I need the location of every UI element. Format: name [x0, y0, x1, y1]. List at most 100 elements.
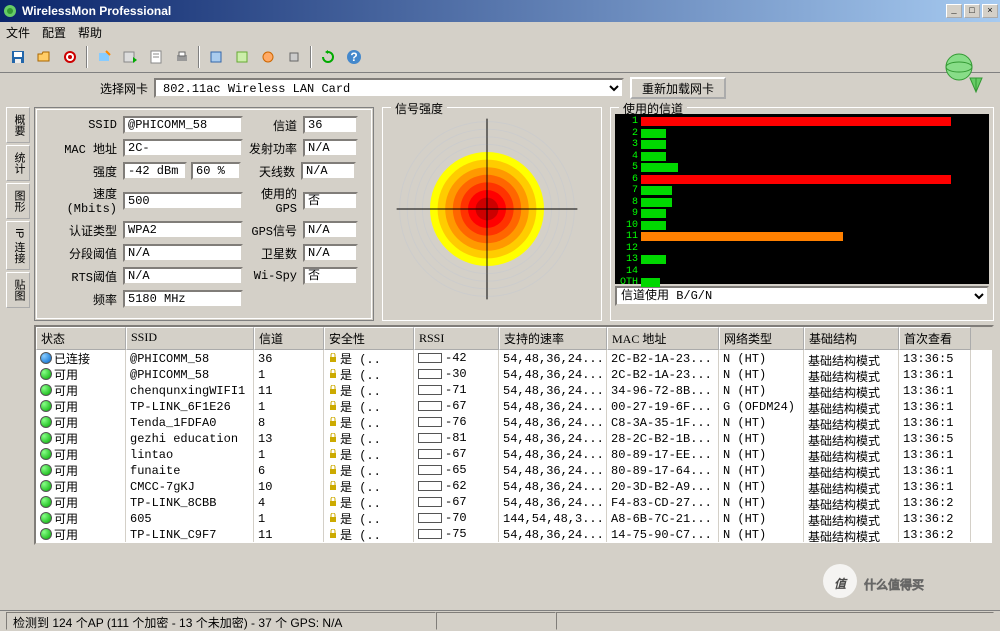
- tool1-icon[interactable]: [204, 45, 228, 69]
- strength-dbm-value: -42 dBm: [123, 162, 187, 180]
- table-row[interactable]: 可用6051是 (..-70144,54,48,3...A8-6B-7C-21.…: [36, 510, 992, 526]
- toolbar: ?: [0, 42, 1000, 73]
- table-row[interactable]: 可用funaite6是 (..-6554,48,36,24...80-89-17…: [36, 462, 992, 478]
- ssid-label: SSID: [43, 118, 123, 132]
- rts-label: RTS阈值: [43, 268, 123, 285]
- lock-icon: [328, 433, 338, 443]
- auth-label: 认证类型: [43, 222, 123, 239]
- header-status[interactable]: 状态: [36, 327, 126, 350]
- rts-value: N/A: [123, 267, 243, 285]
- status-dot-icon: [40, 480, 52, 492]
- lock-icon: [328, 417, 338, 427]
- header-security[interactable]: 安全性: [324, 327, 414, 350]
- table-row[interactable]: 可用@PHICOMM_581是 (..-3054,48,36,24...2C-B…: [36, 366, 992, 382]
- lock-icon: [328, 481, 338, 491]
- globe-network-icon: [944, 52, 986, 94]
- table-row[interactable]: 可用lintao1是 (..-6754,48,36,24...80-89-17-…: [36, 446, 992, 462]
- tab-map[interactable]: 贴图: [6, 272, 30, 308]
- auth-value: WPA2: [123, 221, 243, 239]
- help-icon[interactable]: ?: [342, 45, 366, 69]
- channel-label: 信道: [243, 117, 303, 134]
- channel-usage-chart: 1234567891011121314OTH: [615, 114, 989, 284]
- antenna-label: 天线数: [241, 163, 301, 180]
- statusbar: 检测到 124 个AP (111 个加密 - 13 个未加密) - 37 个 G…: [0, 610, 1000, 630]
- header-ssid[interactable]: SSID: [126, 327, 254, 350]
- strength-label: 强度: [43, 163, 123, 180]
- gps-signal-value: N/A: [303, 221, 358, 239]
- close-button[interactable]: ×: [982, 4, 998, 18]
- status-dot-icon: [40, 400, 52, 412]
- maximize-button[interactable]: □: [964, 4, 980, 18]
- table-row[interactable]: 可用TP-LINK_6F1E261是 (..-6754,48,36,24...0…: [36, 398, 992, 414]
- tool2-icon[interactable]: [230, 45, 254, 69]
- lock-icon: [328, 529, 338, 539]
- table-body[interactable]: 已连接@PHICOMM_5836是 (..-4254,48,36,24...2C…: [36, 350, 992, 545]
- freq-label: 频率: [43, 291, 123, 308]
- menu-help[interactable]: 帮助: [78, 24, 102, 41]
- table-row[interactable]: 可用gezhi education13是 (..-8154,48,36,24..…: [36, 430, 992, 446]
- mac-label: MAC 地址: [43, 140, 123, 157]
- log-icon[interactable]: [144, 45, 168, 69]
- table-row[interactable]: 已连接@PHICOMM_5836是 (..-4254,48,36,24...2C…: [36, 350, 992, 366]
- table-row[interactable]: 可用chenqunxingWIFI111是 (..-7154,48,36,24.…: [36, 382, 992, 398]
- gps-used-value: 否: [303, 192, 358, 210]
- gps-signal-label: GPS信号: [243, 222, 303, 239]
- menu-config[interactable]: 配置: [42, 24, 66, 41]
- lock-icon: [328, 385, 338, 395]
- gps-used-label: 使用的GPS: [243, 185, 303, 216]
- frag-label: 分段阈值: [43, 245, 123, 262]
- header-channel[interactable]: 信道: [254, 327, 324, 350]
- status-dot-icon: [40, 496, 52, 508]
- menu-file[interactable]: 文件: [6, 24, 30, 41]
- minimize-button[interactable]: _: [946, 4, 962, 18]
- header-rates[interactable]: 支持的速率: [499, 327, 607, 350]
- status-dot-icon: [40, 368, 52, 380]
- header-nettype[interactable]: 网络类型: [719, 327, 804, 350]
- tab-ip[interactable]: IP 连接: [6, 221, 30, 270]
- nic-label: 选择网卡: [100, 80, 148, 97]
- table-row[interactable]: 可用CMCC-7gKJ10是 (..-6254,48,36,24...20-3D…: [36, 478, 992, 494]
- play-icon[interactable]: [118, 45, 142, 69]
- header-rssi[interactable]: RSSI: [414, 327, 499, 350]
- header-infra[interactable]: 基础结构: [804, 327, 899, 350]
- tab-summary[interactable]: 概要: [6, 107, 30, 143]
- refresh-icon[interactable]: [316, 45, 340, 69]
- svg-text:什么值得买: 什么值得买: [864, 577, 924, 592]
- menubar: 文件 配置 帮助: [0, 22, 1000, 42]
- reload-nic-button[interactable]: 重新加载网卡: [630, 77, 726, 99]
- lock-icon: [328, 369, 338, 379]
- frag-value: N/A: [123, 244, 243, 262]
- table-row[interactable]: 可用TP-LINK_8CBB4是 (..-6754,48,36,24...F4-…: [36, 494, 992, 510]
- strength-pct-value: 60 %: [191, 162, 241, 180]
- tab-graph[interactable]: 图形: [6, 183, 30, 219]
- status-dot-icon: [40, 432, 52, 444]
- rate-value: 500: [123, 192, 243, 210]
- open-icon[interactable]: [32, 45, 56, 69]
- wizard-icon[interactable]: [92, 45, 116, 69]
- tool4-icon[interactable]: [282, 45, 306, 69]
- table-row[interactable]: 可用Tenda_1FDFA08是 (..-7654,48,36,24...C8-…: [36, 414, 992, 430]
- channel-mode-select[interactable]: 信道使用 B/G/N: [615, 286, 989, 306]
- tool3-icon[interactable]: [256, 45, 280, 69]
- status-dot-icon: [40, 448, 52, 460]
- lock-icon: [328, 353, 338, 363]
- print-icon[interactable]: [170, 45, 194, 69]
- left-tabs: 概要 统计 图形 IP 连接 贴图: [6, 107, 30, 545]
- lock-icon: [328, 513, 338, 523]
- header-firstseen[interactable]: 首次查看: [899, 327, 971, 350]
- status-dot-icon: [40, 352, 52, 364]
- header-mac[interactable]: MAC 地址: [607, 327, 719, 350]
- wispy-value: 否: [303, 267, 358, 285]
- save-icon[interactable]: [6, 45, 30, 69]
- lock-icon: [328, 497, 338, 507]
- svg-text:?: ?: [350, 50, 357, 64]
- svg-text:值: 值: [834, 577, 848, 591]
- target-icon[interactable]: [58, 45, 82, 69]
- status-dot-icon: [40, 464, 52, 476]
- table-row[interactable]: 可用TP-LINK_C9F711是 (..-7554,48,36,24...14…: [36, 526, 992, 542]
- status-text: 检测到 124 个AP (111 个加密 - 13 个未加密) - 37 个 G…: [6, 612, 436, 630]
- nic-select[interactable]: 802.11ac Wireless LAN Card: [154, 78, 624, 98]
- tab-stats[interactable]: 统计: [6, 145, 30, 181]
- lock-icon: [328, 449, 338, 459]
- watermark: 值 什么值得买: [822, 561, 982, 604]
